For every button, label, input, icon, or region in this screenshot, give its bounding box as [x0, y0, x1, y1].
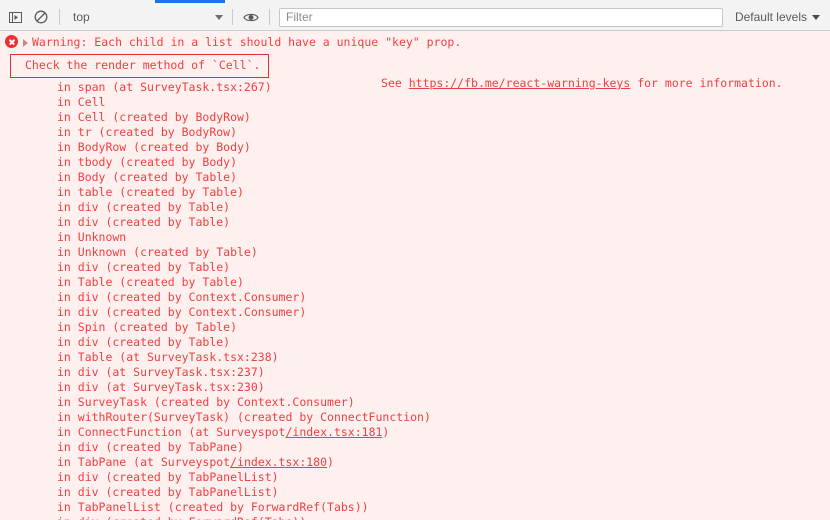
- stack-frame-text: in div (created by Table): [57, 200, 231, 214]
- execution-context-selector[interactable]: top: [65, 7, 227, 27]
- stack-frame: in tbody (created by Body): [0, 155, 830, 170]
- stack-frame: in Table (created by Table): [0, 275, 830, 290]
- live-expression-button[interactable]: [238, 5, 264, 29]
- stack-frame: in Body (created by Table): [0, 170, 830, 185]
- log-levels-label: Default levels: [734, 10, 807, 24]
- stack-frame-text: in div (created by TabPanelList): [57, 470, 279, 484]
- stack-frame: in Unknown: [0, 230, 830, 245]
- source-location-link[interactable]: /index.tsx:180: [230, 455, 327, 469]
- log-levels-selector[interactable]: Default levels: [729, 7, 826, 27]
- stack-frame: in div (created by TabPanelList): [0, 470, 830, 485]
- chevron-down-icon: [812, 14, 820, 20]
- devtools-console-panel: top Default levels: [0, 0, 830, 520]
- stack-frame: in div (created by Context.Consumer): [0, 290, 830, 305]
- stack-frame: in TabPane (at Surveyspot/index.tsx:180): [0, 455, 830, 470]
- stack-frame: in div (at SurveyTask.tsx:230): [0, 380, 830, 395]
- toolbar-divider: [269, 9, 270, 25]
- stack-frame-text: in div (created by Table): [57, 260, 231, 274]
- stack-frame: in tr (created by BodyRow): [0, 125, 830, 140]
- stack-frame-text: in TabPane (at Surveyspot: [57, 455, 231, 469]
- stack-frame-text: in Spin (created by Table): [57, 320, 238, 334]
- execution-context-value: top: [73, 10, 90, 24]
- console-error-message[interactable]: Warning: Each child in a list should hav…: [0, 31, 830, 520]
- error-message-title: Warning: Each child in a list should hav…: [32, 35, 462, 49]
- stack-frame: in Spin (created by Table): [0, 320, 830, 335]
- stack-frame: in div (created by Context.Consumer): [0, 305, 830, 320]
- stack-frame: in div (created by Table): [0, 260, 830, 275]
- error-message-body: Check the render method of `Cell`. See h…: [0, 50, 830, 520]
- stack-frame-text: in Unknown (created by Table): [57, 245, 258, 259]
- clear-console-button[interactable]: [28, 5, 54, 29]
- stack-frame-text: in Cell: [57, 95, 106, 109]
- stack-frame: in div (created by Table): [0, 215, 830, 230]
- chevron-down-icon: [215, 14, 223, 20]
- stack-frame-text: in SurveyTask (created by Context.Consum…: [57, 395, 355, 409]
- console-message-list: Warning: Each child in a list should hav…: [0, 31, 830, 520]
- stack-frame: in div (created by Table): [0, 335, 830, 350]
- filter-field[interactable]: [279, 7, 723, 27]
- stack-frame: in BodyRow (created by Body): [0, 140, 830, 155]
- stack-frame-suffix: ): [382, 425, 390, 439]
- stack-frame: in TabPanelList (created by ForwardRef(T…: [0, 500, 830, 515]
- source-location-link[interactable]: /index.tsx:181: [285, 425, 382, 439]
- stack-frame: in div (created by TabPanelList): [0, 485, 830, 500]
- highlighted-detail-text: Check the render method of `Cell`.: [10, 54, 270, 78]
- stack-frame-text: in table (created by Table): [57, 185, 244, 199]
- tab-strip: [0, 0, 830, 4]
- console-drawer-toggle-button[interactable]: [2, 5, 28, 29]
- detail-trailing-text: See https://fb.me/react-warning-keys for…: [291, 58, 783, 110]
- error-stack-trace: in span (at SurveyTask.tsx:267) in Cell in…: [0, 78, 830, 520]
- stack-frame: in table (created by Table): [0, 185, 830, 200]
- stack-frame-text: in div (at SurveyTask.tsx:237): [57, 365, 265, 379]
- filter-input[interactable]: [280, 8, 722, 26]
- stack-frame: in div (created by TabPane): [0, 440, 830, 455]
- react-warning-keys-link[interactable]: https://fb.me/react-warning-keys: [409, 76, 631, 90]
- stack-frame-text: in span (at SurveyTask.tsx:267): [57, 80, 272, 94]
- stack-frame-text: in Cell (created by BodyRow): [57, 110, 251, 124]
- stack-frame-text: in Body (created by Table): [57, 170, 238, 184]
- stack-frame-text: in div (created by TabPanelList): [57, 485, 279, 499]
- stack-frame: in withRouter(SurveyTask) (created by Co…: [0, 410, 830, 425]
- stack-frame: in SurveyTask (created by Context.Consum…: [0, 395, 830, 410]
- console-toolbar: top Default levels: [0, 4, 830, 31]
- highlighted-detail-row: Check the render method of `Cell`. See h…: [10, 54, 783, 90]
- stack-frame-text: in div (created by TabPane): [57, 440, 244, 454]
- stack-frame-text: in div (created by Context.Consumer): [57, 290, 307, 304]
- stack-frame-text: in BodyRow (created by Body): [57, 140, 251, 154]
- stack-frame-text: in div (created by Table): [57, 215, 231, 229]
- stack-frame-text: in Table (at SurveyTask.tsx:238): [57, 350, 279, 364]
- stack-frame-text: in Table (created by Table): [57, 275, 244, 289]
- stack-frame-suffix: ): [327, 455, 334, 469]
- stack-frame-text: in withRouter(SurveyTask) (created by Co…: [57, 410, 431, 424]
- toolbar-divider: [232, 9, 233, 25]
- stack-frame: in ConnectFunction (at Surveyspot/index.…: [0, 425, 830, 440]
- stack-frame-text: in div (created by ForwardRef(Tabs)): [57, 515, 306, 520]
- stack-frame: in div (at SurveyTask.tsx:237): [0, 365, 830, 380]
- error-circle-icon: [5, 35, 18, 48]
- stack-frame-text: in TabPanelList (created by ForwardRef(T…: [57, 500, 369, 514]
- stack-frame-text: in div (created by Context.Consumer): [57, 305, 307, 319]
- toolbar-divider: [59, 9, 60, 25]
- stack-frame: in div (created by Table): [0, 200, 830, 215]
- stack-frame: in Table (at SurveyTask.tsx:238): [0, 350, 830, 365]
- stack-frame-text: in div (created by Table): [57, 335, 231, 349]
- stack-frame: in Unknown (created by Table): [0, 245, 830, 260]
- stack-frame-text: in div (at SurveyTask.tsx:230): [57, 380, 265, 394]
- tab-active-indicator: [155, 0, 225, 3]
- stack-frame-text: in tbody (created by Body): [57, 155, 238, 169]
- error-message-header: Warning: Each child in a list should hav…: [0, 31, 830, 50]
- stack-frame-text: in tr (created by BodyRow): [57, 125, 238, 139]
- see-prefix-text: See: [374, 76, 409, 90]
- stack-frame: in Cell (created by BodyRow): [0, 110, 830, 125]
- more-information-text: for more information.: [630, 76, 783, 90]
- expand-triangle-icon[interactable]: [23, 39, 28, 47]
- stack-frame-text: in ConnectFunction (at Surveyspot: [57, 425, 286, 439]
- stack-frame-text: in Unknown: [57, 230, 127, 244]
- stack-frame: in div (created by ForwardRef(Tabs)): [0, 515, 830, 520]
